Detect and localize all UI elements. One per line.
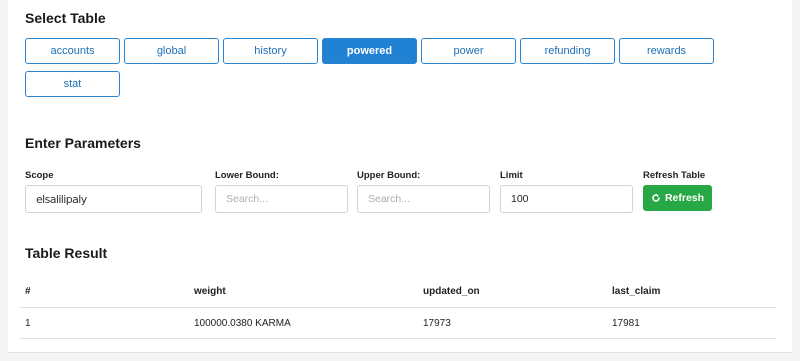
refresh-button-label: Refresh bbox=[664, 192, 705, 204]
lower-bound-input[interactable]: Search... bbox=[215, 185, 348, 213]
table-header-divider bbox=[20, 307, 776, 308]
table-button-global[interactable]: global bbox=[124, 38, 219, 64]
column-header-updated-on: updated_on bbox=[423, 286, 480, 297]
table-button-stat[interactable]: stat bbox=[25, 71, 120, 97]
upper-bound-input[interactable]: Search... bbox=[357, 185, 490, 213]
limit-input[interactable]: 100 bbox=[500, 185, 633, 213]
enter-parameters-heading: Enter Parameters bbox=[25, 135, 141, 151]
cell-weight: 100000.0380 KARMA bbox=[194, 318, 291, 329]
refresh-button[interactable]: Refresh bbox=[643, 185, 712, 211]
cell-index: 1 bbox=[25, 318, 31, 329]
column-header-last-claim: last_claim bbox=[612, 286, 661, 297]
scope-value: elsalilipaly bbox=[36, 192, 87, 206]
table-row-divider bbox=[20, 338, 776, 339]
table-button-power[interactable]: power bbox=[421, 38, 516, 64]
limit-label: Limit bbox=[500, 170, 523, 181]
column-header-index: # bbox=[25, 286, 31, 297]
table-result-heading: Table Result bbox=[25, 245, 108, 261]
cell-last-claim: 17981 bbox=[612, 318, 640, 329]
refresh-icon bbox=[652, 194, 660, 202]
select-table-heading: Select Table bbox=[25, 10, 106, 26]
scope-input[interactable]: elsalilipaly bbox=[25, 185, 202, 213]
upper-bound-label: Upper Bound: bbox=[357, 170, 421, 181]
scope-label: Scope bbox=[25, 170, 54, 181]
lower-bound-label: Lower Bound: bbox=[215, 170, 279, 181]
refresh-table-label: Refresh Table bbox=[643, 170, 706, 181]
table-button-refunding[interactable]: refunding bbox=[520, 38, 615, 64]
table-button-history[interactable]: history bbox=[223, 38, 318, 64]
column-header-weight: weight bbox=[194, 286, 226, 297]
cell-updated-on: 17973 bbox=[423, 318, 451, 329]
table-button-accounts[interactable]: accounts bbox=[25, 38, 120, 64]
table-button-powered[interactable]: powered bbox=[322, 38, 417, 64]
table-button-rewards[interactable]: rewards bbox=[619, 38, 714, 64]
